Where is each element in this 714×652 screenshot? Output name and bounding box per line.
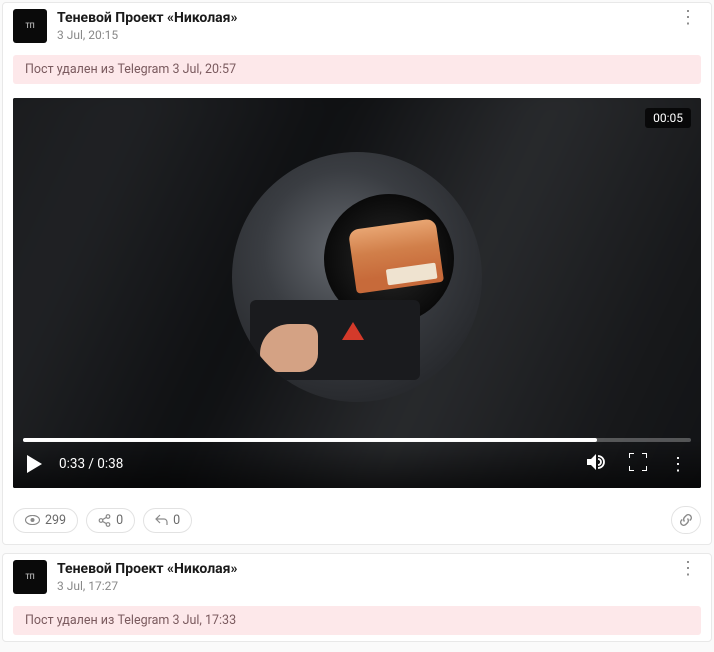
replies-count: 0	[173, 513, 180, 528]
hand-shape	[260, 324, 318, 372]
views-count: 299	[45, 513, 66, 528]
post-header: ТП Теневой Проект «Николая» 3 Jul, 17:27…	[3, 554, 711, 600]
avatar[interactable]: ТП	[13, 560, 47, 594]
post: ТП Теневой Проект «Николая» 3 Jul, 17:27…	[2, 553, 712, 642]
deleted-banner: Пост удален из Telegram 3 Jul, 17:33	[13, 606, 701, 635]
controls-right: ⋮	[587, 453, 687, 475]
video-player[interactable]: 00:05 0:33 / 0:38 ⋮	[13, 98, 701, 488]
more-icon[interactable]: ⋮	[675, 560, 701, 577]
video-content	[232, 152, 482, 402]
header-text: Теневой Проект «Николая» 3 Jul, 20:15	[57, 9, 675, 42]
link-icon	[679, 513, 693, 527]
avatar[interactable]: ТП	[13, 9, 47, 43]
video-container: 00:05 0:33 / 0:38 ⋮	[3, 90, 711, 498]
deleted-banner: Пост удален из Telegram 3 Jul, 20:57	[13, 55, 701, 84]
channel-name[interactable]: Теневой Проект «Николая»	[57, 560, 675, 578]
reply-icon	[155, 514, 168, 526]
shares-count: 0	[116, 513, 123, 528]
post-time: 3 Jul, 20:15	[57, 28, 675, 42]
post-time: 3 Jul, 17:27	[57, 579, 675, 593]
header-text: Теневой Проект «Николая» 3 Jul, 17:27	[57, 560, 675, 593]
volume-icon[interactable]	[587, 453, 607, 475]
permalink-button[interactable]	[671, 506, 701, 534]
more-icon[interactable]: ⋮	[675, 9, 701, 26]
shares-pill[interactable]: 0	[86, 508, 135, 533]
stats-row: 299 0 0	[3, 498, 711, 544]
video-more-icon[interactable]: ⋮	[669, 460, 687, 469]
post: ТП Теневой Проект «Николая» 3 Jul, 20:15…	[2, 2, 712, 545]
play-icon[interactable]	[27, 455, 43, 473]
post-header: ТП Теневой Проект «Николая» 3 Jul, 20:15…	[3, 3, 711, 49]
hazard-triangle-icon	[342, 322, 364, 340]
video-controls: 0:33 / 0:38 ⋮	[13, 440, 701, 488]
views-pill[interactable]: 299	[13, 508, 78, 533]
time-display: 0:33 / 0:38	[59, 456, 123, 472]
eye-icon	[25, 515, 40, 525]
fullscreen-icon[interactable]	[629, 453, 647, 475]
money-shape	[348, 219, 444, 295]
duration-badge: 00:05	[645, 108, 691, 128]
share-icon	[98, 514, 111, 527]
replies-pill[interactable]: 0	[143, 508, 192, 533]
channel-name[interactable]: Теневой Проект «Николая»	[57, 9, 675, 27]
